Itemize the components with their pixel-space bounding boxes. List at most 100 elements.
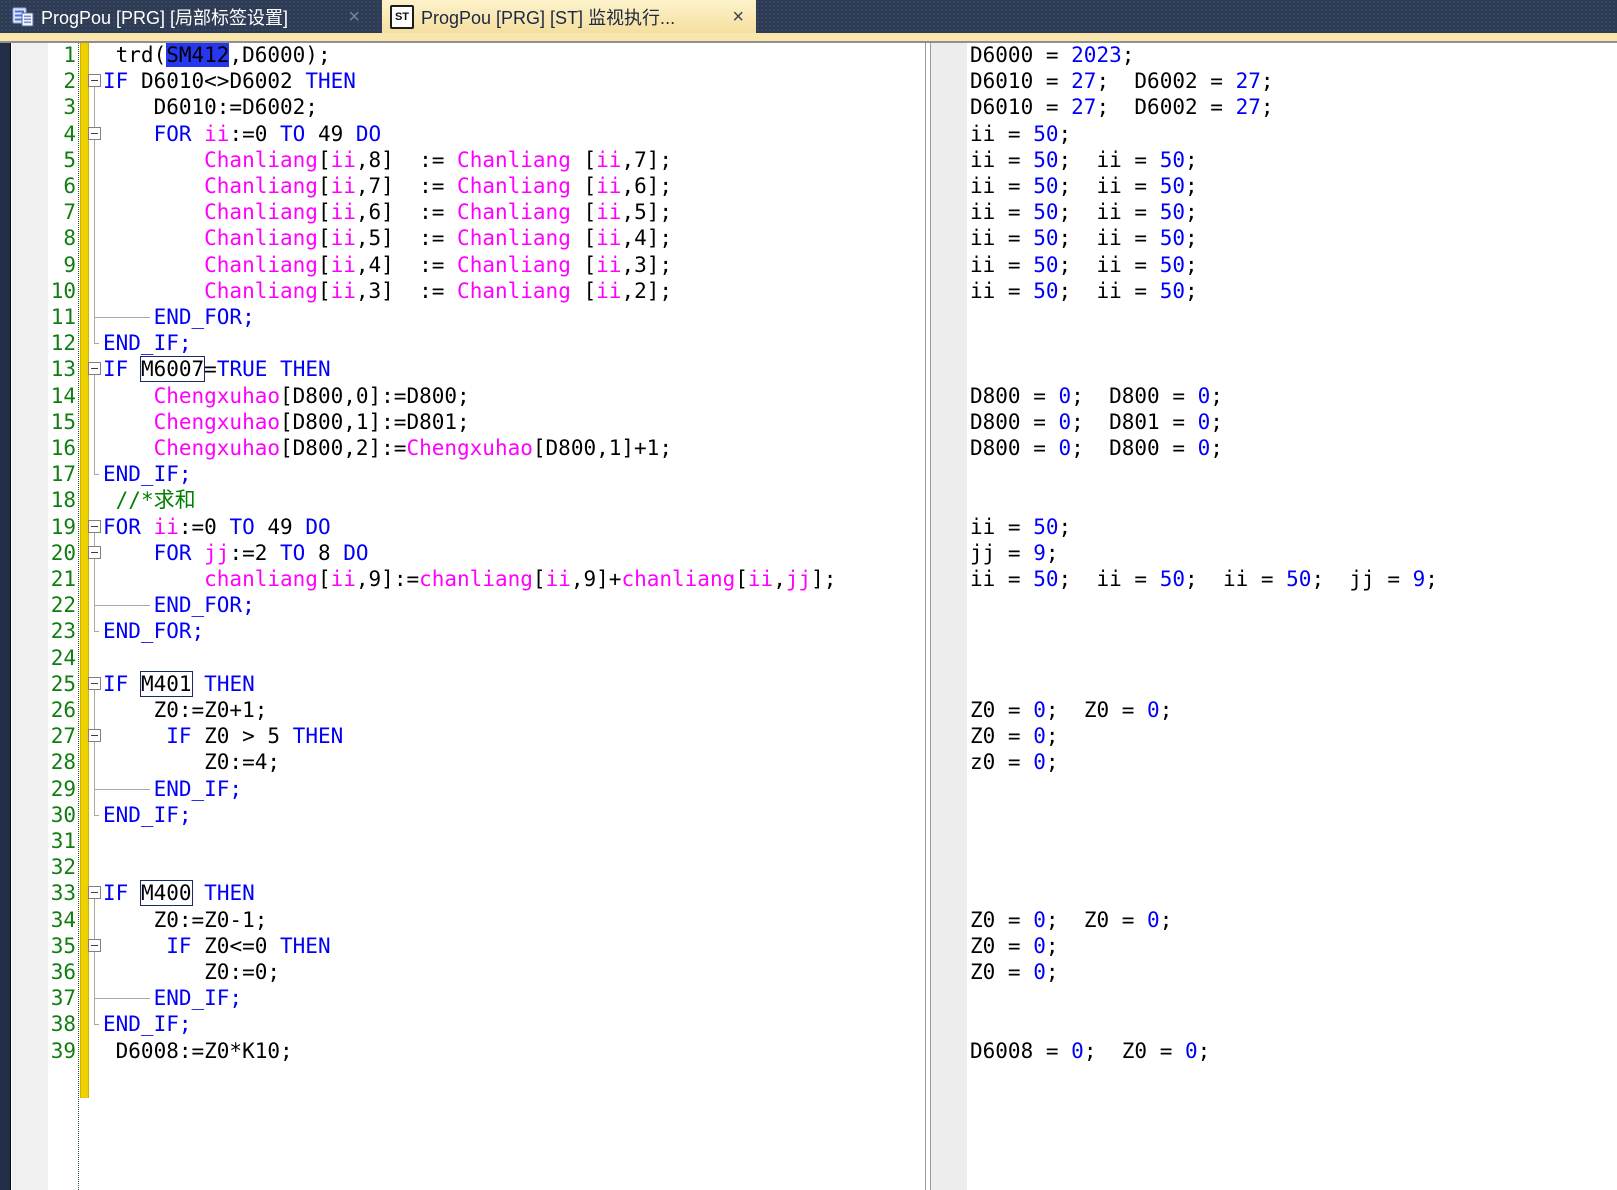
code-line: IF Z0 > 5 THEN: [88, 723, 343, 749]
code-segment: ;: [1046, 908, 1059, 932]
monitor-row: ii = 50; ii = 50;: [970, 252, 1198, 278]
code-segment: 49: [305, 122, 356, 146]
code-segment: 50: [1160, 148, 1185, 172]
code-segment: END_IF;: [154, 777, 243, 801]
code-segment: [1071, 567, 1096, 591]
code-segment: //*求和: [116, 488, 196, 512]
code-segment: Chanliang: [103, 148, 318, 172]
code-segment: jj =: [1349, 567, 1412, 591]
code-line: Chengxuhao[D800,2]:=Chengxuhao[D800,1]+1…: [88, 435, 672, 461]
code-line: FOR jj:=2 TO 8 DO: [88, 540, 369, 566]
code-segment: Chanliang: [103, 226, 318, 250]
code-segment: 27: [1071, 95, 1096, 119]
code-segment: [: [571, 148, 596, 172]
code-segment: Chengxuhao: [406, 436, 532, 460]
code-segment: Z0<=0: [204, 934, 280, 958]
tab-progpou-st-monitor[interactable]: ST ProgPou [PRG] [ST] 监视执行... ×: [382, 0, 756, 33]
code-segment: Chanliang: [457, 200, 571, 224]
line-number: 34: [40, 907, 76, 933]
code-segment: END_FOR;: [103, 619, 204, 643]
code-segment: 0: [1198, 384, 1211, 408]
code-segment: ];: [811, 567, 836, 591]
code-segment: 50: [1286, 567, 1311, 591]
code-line: Chengxuhao[D800,1]:=D801;: [88, 409, 470, 435]
code-segment: Z0 =: [970, 960, 1033, 984]
monitor-row: Z0 = 0;: [970, 933, 1059, 959]
code-segment: [: [571, 200, 596, 224]
monitor-row: z0 = 0;: [970, 749, 1059, 775]
code-line: [88, 828, 103, 854]
code-segment: ii =: [1096, 253, 1159, 277]
close-icon[interactable]: ×: [728, 7, 748, 27]
code-segment: 27: [1236, 95, 1261, 119]
code-segment: chanliang: [621, 567, 735, 591]
code-segment: IF: [103, 672, 141, 696]
code-segment: FOR: [103, 541, 204, 565]
code-segment: ,6] :=: [356, 200, 457, 224]
code-segment: [: [318, 279, 331, 303]
code-segment: D6002 =: [1134, 69, 1235, 93]
code-segment: 50: [1160, 174, 1185, 198]
line-number: 27: [40, 723, 76, 749]
line-number: 15: [40, 409, 76, 435]
code-segment: D6010 =: [970, 69, 1071, 93]
code-segment: ;: [1185, 174, 1198, 198]
code-segment: Chengxuhao: [103, 410, 280, 434]
code-segment: ii =: [1096, 200, 1159, 224]
code-segment: [1109, 69, 1134, 93]
line-number: 30: [40, 802, 76, 828]
editor-monitor-splitter[interactable]: [925, 43, 926, 1190]
code-line: Chanliang[ii,6] := Chanliang [ii,5];: [88, 199, 672, 225]
gx-works-window: ProgPou [PRG] [局部标签设置] × ST ProgPou [PRG…: [0, 0, 1617, 1190]
code-segment: [103, 724, 166, 748]
code-segment: ;: [1046, 698, 1059, 722]
close-icon[interactable]: ×: [344, 7, 364, 27]
code-segment: D6010:=D6002;: [103, 95, 318, 119]
code-line: Chanliang[ii,7] := Chanliang [ii,6];: [88, 173, 672, 199]
code-segment: IF: [166, 724, 204, 748]
code-segment: ii: [596, 200, 621, 224]
code-line: IF M6007=TRUE THEN: [88, 356, 331, 382]
line-number: 26: [40, 697, 76, 723]
code-segment: ii =: [970, 253, 1033, 277]
code-line: END_IF;: [88, 461, 192, 487]
gutter-separator: [78, 43, 79, 1190]
line-number: 9: [40, 252, 76, 278]
code-segment: ;: [1059, 567, 1072, 591]
code-segment: ;: [1059, 226, 1072, 250]
monitor-gutter: [931, 43, 967, 1190]
code-segment: ;: [1311, 567, 1324, 591]
tab-progpou-local-label-settings[interactable]: ProgPou [PRG] [局部标签设置] ×: [4, 0, 372, 33]
code-segment: ,6];: [621, 174, 672, 198]
line-number: 32: [40, 854, 76, 880]
code-segment: ,9]:=: [356, 567, 419, 591]
line-number: 12: [40, 330, 76, 356]
line-number: 39: [40, 1038, 76, 1064]
code-segment: ;: [1059, 122, 1072, 146]
code-segment: Z0 =: [970, 698, 1033, 722]
code-segment: 0: [1033, 934, 1046, 958]
line-number: 5: [40, 147, 76, 173]
code-segment: [: [318, 200, 331, 224]
code-segment: [D800,1]:=D801;: [280, 410, 470, 434]
st-editor-content: 1234567891011121314151617181920212223242…: [0, 43, 1617, 1190]
code-segment: :=0: [179, 515, 230, 539]
code-segment: ii: [331, 200, 356, 224]
code-segment: TO: [280, 541, 305, 565]
code-segment: Chanliang: [103, 174, 318, 198]
code-segment: [D800,2]:=: [280, 436, 406, 460]
code-line: FOR ii:=0 TO 49 DO: [88, 121, 381, 147]
active-tab-underline: [0, 33, 1617, 43]
code-segment: D6010<>D6002: [141, 69, 305, 93]
code-segment: IF: [103, 881, 141, 905]
code-segment: END_IF;: [103, 462, 192, 486]
code-segment: ;: [1261, 95, 1274, 119]
code-segment: 0: [1033, 908, 1046, 932]
code-line: //*求和: [88, 487, 196, 513]
code-segment: ;: [1059, 200, 1072, 224]
code-segment: [: [318, 226, 331, 250]
code-segment: Chanliang: [103, 200, 318, 224]
code-segment: D6002 =: [1134, 95, 1235, 119]
code-segment: ii =: [1096, 279, 1159, 303]
code-segment: ;: [1210, 436, 1223, 460]
